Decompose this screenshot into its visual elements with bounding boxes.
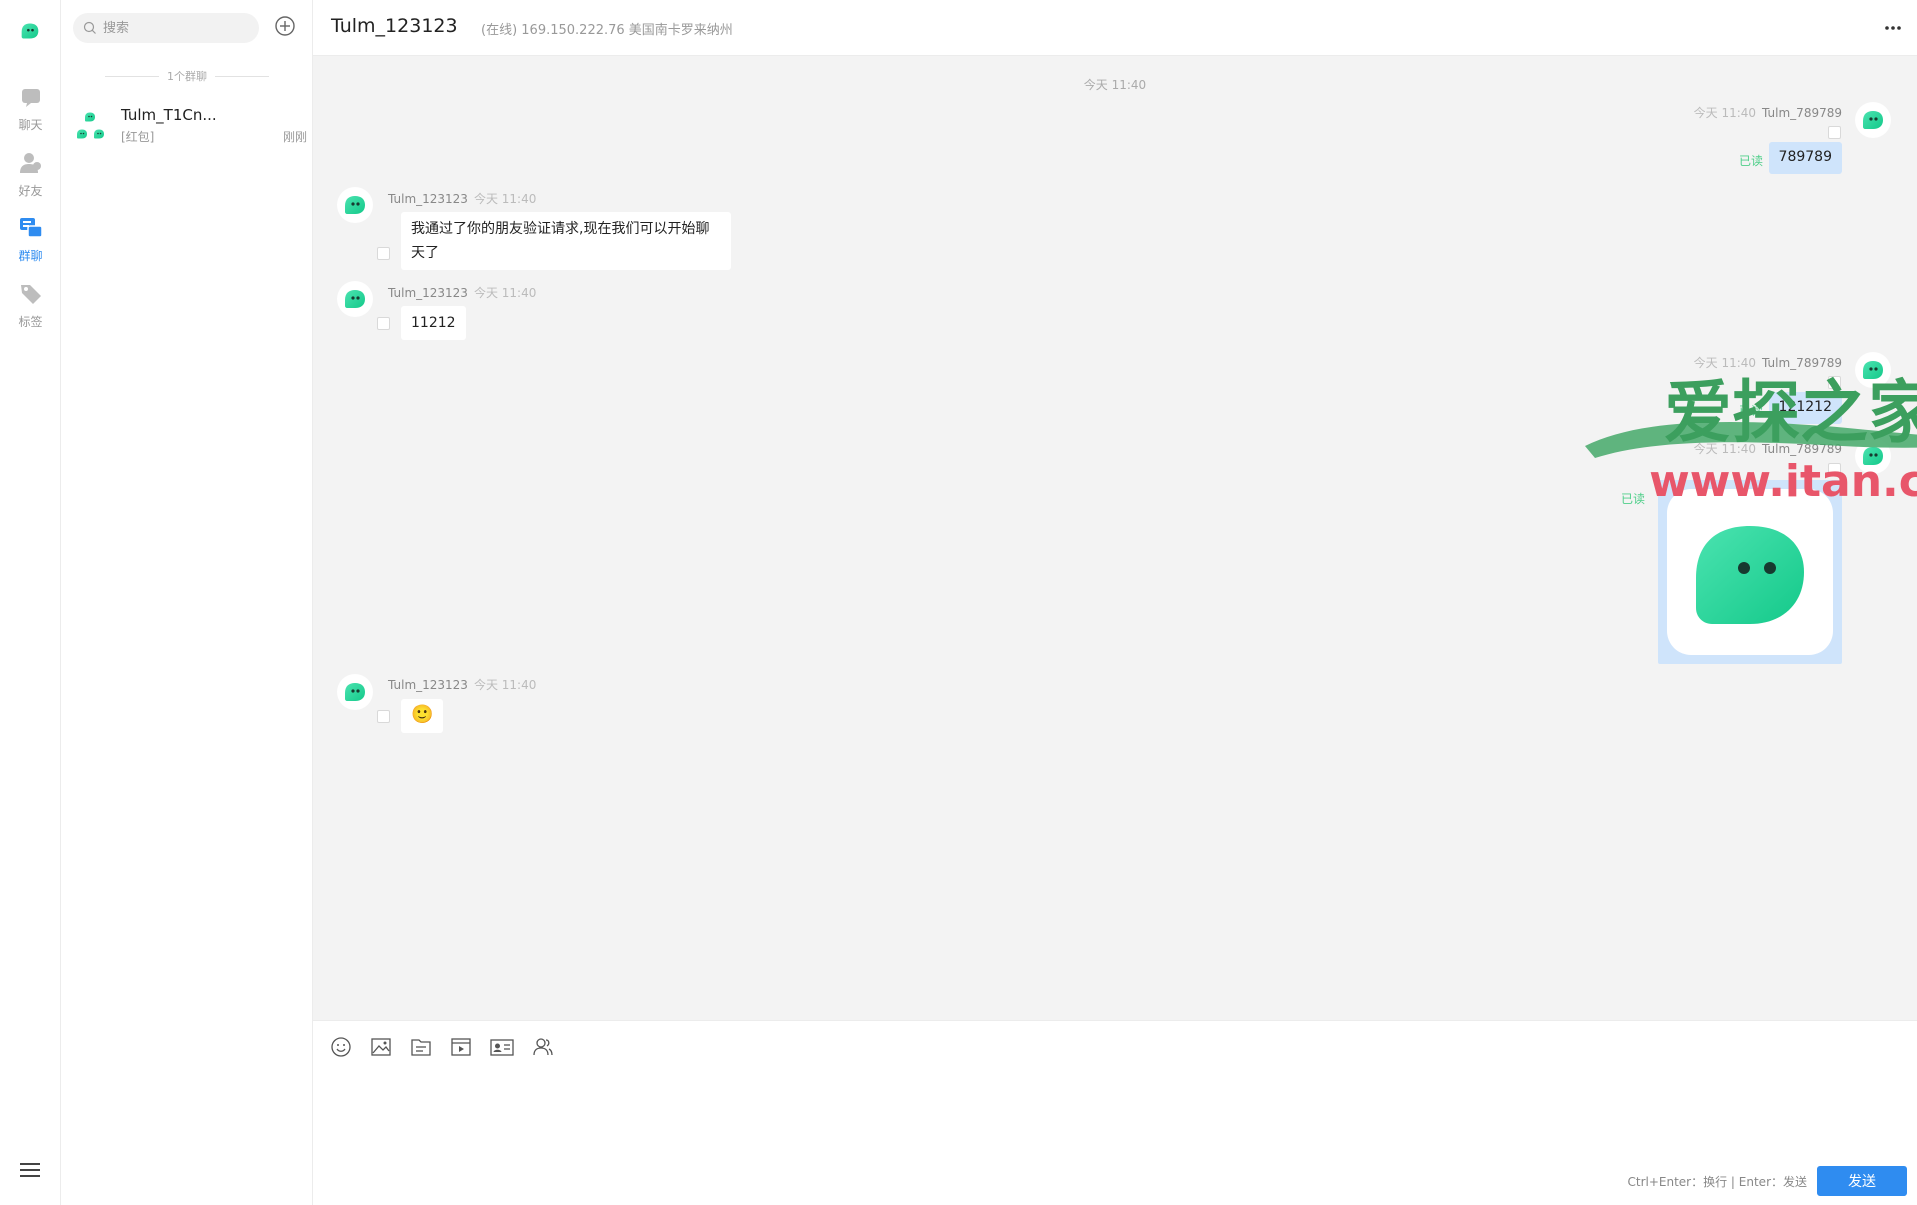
message-meta: Tulm_123123 今天 11:40 (388, 676, 542, 693)
business-card-icon[interactable] (489, 1035, 515, 1059)
message-time: 今天 11:40 (1693, 442, 1757, 456)
send-button[interactable]: 发送 (1817, 1166, 1907, 1196)
image-message[interactable] (1658, 480, 1842, 664)
message-area[interactable]: 今天 11:40 今天 11:40 Tulm_789789 已读 789789 T… (313, 56, 1917, 1020)
message-select-checkbox[interactable] (377, 317, 390, 330)
message-sender: Tulm_789789 (1762, 442, 1842, 456)
image-icon[interactable] (369, 1035, 393, 1059)
message-bubble: 我通过了你的朋友验证请求,现在我们可以开始聊 天了 (401, 212, 731, 270)
message-select-checkbox[interactable] (1828, 376, 1841, 389)
message-meta: Tulm_123123 今天 11:40 (388, 190, 542, 207)
message-sender: Tulm_789789 (1762, 106, 1842, 120)
message-composer: Ctrl+Enter：换行 | Enter：发送 发送 (313, 1020, 1917, 1205)
message-sender: Tulm_123123 (388, 192, 468, 206)
message-bubble: 121212 (1768, 392, 1842, 424)
time-divider: 今天 11:40 (1083, 78, 1147, 92)
conversation-item[interactable]: Tulm_T1Cn... [红包] 刚刚 (61, 100, 313, 160)
chat-icon (21, 89, 40, 107)
avatar[interactable] (1855, 352, 1891, 388)
message-sender: Tulm_789789 (1762, 356, 1842, 370)
contacts-icon[interactable] (531, 1035, 555, 1059)
message-text-line: 我通过了你的朋友验证请求,现在我们可以开始聊 (411, 221, 710, 237)
message-text-line: 天了 (411, 245, 439, 261)
conversation-preview: [红包] (121, 130, 155, 144)
sidebar-item-label: 好友 (18, 184, 43, 198)
sidebar-item-label: 聊天 (18, 118, 43, 132)
avatar[interactable] (337, 187, 373, 223)
more-icon[interactable] (1883, 18, 1903, 38)
emoji-message-bubble: 🙂 (401, 699, 444, 733)
hamburger-menu-icon[interactable] (19, 1161, 41, 1179)
message-bubble: 789789 (1768, 142, 1842, 174)
search-icon (83, 21, 96, 34)
conversation-list: 1个群聊 Tulm_T1Cn... [红包] 刚刚 (61, 0, 313, 1205)
left-rail: 聊天 好友 群聊 标签 (0, 0, 61, 1205)
chat-header: Tulm_123123 (在线) 169.150.222.76 美国南卡罗来纳州 (313, 0, 1917, 56)
sidebar-item-label: 群聊 (18, 249, 43, 263)
message-sender: Tulm_123123 (388, 286, 468, 300)
message-select-checkbox[interactable] (1828, 463, 1841, 476)
read-status: 已读 (1620, 492, 1645, 506)
sidebar-item-tags[interactable]: 标签 (0, 281, 61, 337)
file-icon[interactable] (409, 1035, 433, 1059)
message-meta: Tulm_123123 今天 11:40 (388, 284, 542, 301)
message-time: 今天 11:40 (473, 286, 537, 300)
add-circle-icon[interactable] (273, 14, 297, 38)
avatar[interactable] (1855, 438, 1891, 474)
message-select-checkbox[interactable] (377, 247, 390, 260)
search-input[interactable] (73, 13, 259, 43)
message-bubble: 11212 (401, 306, 466, 340)
tag-icon (20, 285, 41, 304)
message-time: 今天 11:40 (473, 678, 537, 692)
message-select-checkbox[interactable] (377, 710, 390, 723)
message-meta: 今天 11:40 Tulm_789789 (1688, 440, 1842, 457)
message-time: 今天 11:40 (1693, 356, 1757, 370)
message-meta: 今天 11:40 Tulm_789789 (1688, 354, 1842, 371)
group-chat-icon (19, 218, 43, 238)
video-icon[interactable] (449, 1035, 473, 1059)
conversation-time: 刚刚 (282, 130, 307, 144)
message-time: 今天 11:40 (1693, 106, 1757, 120)
sidebar-item-friends[interactable]: 好友 (0, 150, 61, 206)
app-logo-image (1696, 526, 1804, 624)
avatar[interactable] (337, 281, 373, 317)
shortcut-hint: Ctrl+Enter：换行 | Enter：发送 (1627, 1175, 1808, 1189)
message-input[interactable] (331, 1073, 1901, 1173)
message-sender: Tulm_123123 (388, 678, 468, 692)
conversation-name: Tulm_T1Cn... (121, 106, 217, 124)
sidebar-item-label: 标签 (18, 315, 43, 329)
avatar[interactable] (1855, 102, 1891, 138)
sidebar-item-group-chat[interactable]: 群聊 (0, 215, 61, 271)
group-count-divider: 1个群聊 (105, 68, 269, 84)
emoji-icon[interactable] (329, 1035, 353, 1059)
sidebar-item-chat[interactable]: 聊天 (0, 84, 61, 140)
chat-title: Tulm_123123 (331, 15, 458, 37)
group-avatar (73, 108, 107, 144)
read-status: 已读 (1738, 404, 1763, 418)
message-meta: 今天 11:40 Tulm_789789 (1688, 104, 1842, 121)
avatar[interactable] (337, 674, 373, 710)
friends-icon (19, 153, 41, 173)
message-time: 今天 11:40 (473, 192, 537, 206)
app-logo-icon (15, 16, 45, 46)
message-select-checkbox[interactable] (1828, 126, 1841, 139)
read-status: 已读 (1738, 154, 1763, 168)
group-count-label: 1个群聊 (167, 70, 207, 83)
chat-status: (在线) 169.150.222.76 美国南卡罗来纳州 (481, 23, 733, 38)
